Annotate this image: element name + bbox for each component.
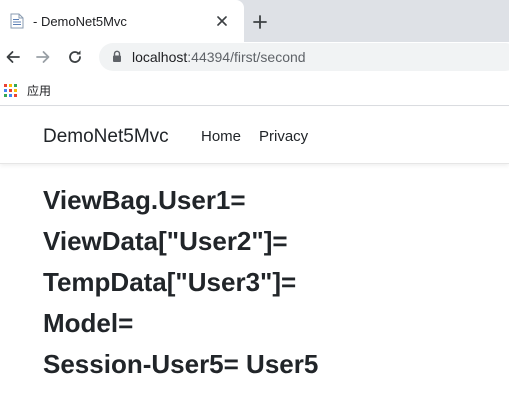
apps-dot bbox=[9, 83, 12, 87]
url-text[interactable]: localhost:44394/first/second bbox=[132, 49, 306, 65]
tempdata-line: TempData["User3"]= bbox=[43, 267, 297, 297]
session-line: Session-User5= User5 bbox=[43, 349, 319, 379]
url-host: localhost bbox=[132, 49, 188, 65]
apps-dot bbox=[4, 93, 7, 97]
address-bar[interactable]: localhost:44394/first/second bbox=[99, 43, 509, 71]
arrow-left-icon[interactable] bbox=[2, 46, 24, 68]
reload-icon[interactable] bbox=[64, 46, 86, 68]
site-navbar: DemoNet5Mvc Home Privacy bbox=[0, 107, 509, 164]
arrow-right-icon[interactable] bbox=[32, 46, 54, 68]
plus-icon[interactable] bbox=[250, 12, 270, 32]
nav-link-privacy[interactable]: Privacy bbox=[259, 128, 308, 145]
nav-link-home[interactable]: Home bbox=[201, 128, 241, 145]
apps-dot bbox=[14, 88, 17, 92]
apps-dot bbox=[14, 83, 17, 87]
tab-title: - DemoNet5Mvc bbox=[33, 14, 127, 29]
viewdata-line: ViewData["User2"]= bbox=[43, 226, 288, 256]
apps-dot bbox=[9, 93, 12, 97]
browser-tab-active[interactable]: - DemoNet5Mvc bbox=[0, 0, 244, 42]
apps-dot bbox=[4, 88, 7, 92]
bookmarks-bar: 应用 bbox=[0, 74, 509, 106]
main-content: ViewBag.User1= ViewData["User2"]= TempDa… bbox=[43, 180, 503, 385]
apps-grid-icon bbox=[4, 83, 17, 97]
viewbag-line: ViewBag.User1= bbox=[43, 185, 246, 215]
apps-dot bbox=[14, 93, 17, 97]
browser-tabstrip: - DemoNet5Mvc bbox=[0, 0, 509, 42]
model-line: Model= bbox=[43, 308, 134, 338]
document-icon bbox=[10, 13, 24, 29]
url-path: :44394/first/second bbox=[187, 49, 306, 65]
browser-toolbar: localhost:44394/first/second bbox=[0, 42, 509, 74]
apps-dot bbox=[9, 88, 12, 92]
bookmark-apps[interactable]: 应用 bbox=[4, 82, 51, 98]
apps-dot bbox=[4, 83, 7, 87]
lock-icon[interactable] bbox=[112, 50, 122, 63]
navbar-brand[interactable]: DemoNet5Mvc bbox=[43, 126, 169, 148]
close-icon[interactable] bbox=[213, 12, 231, 30]
apps-label: 应用 bbox=[27, 83, 52, 98]
